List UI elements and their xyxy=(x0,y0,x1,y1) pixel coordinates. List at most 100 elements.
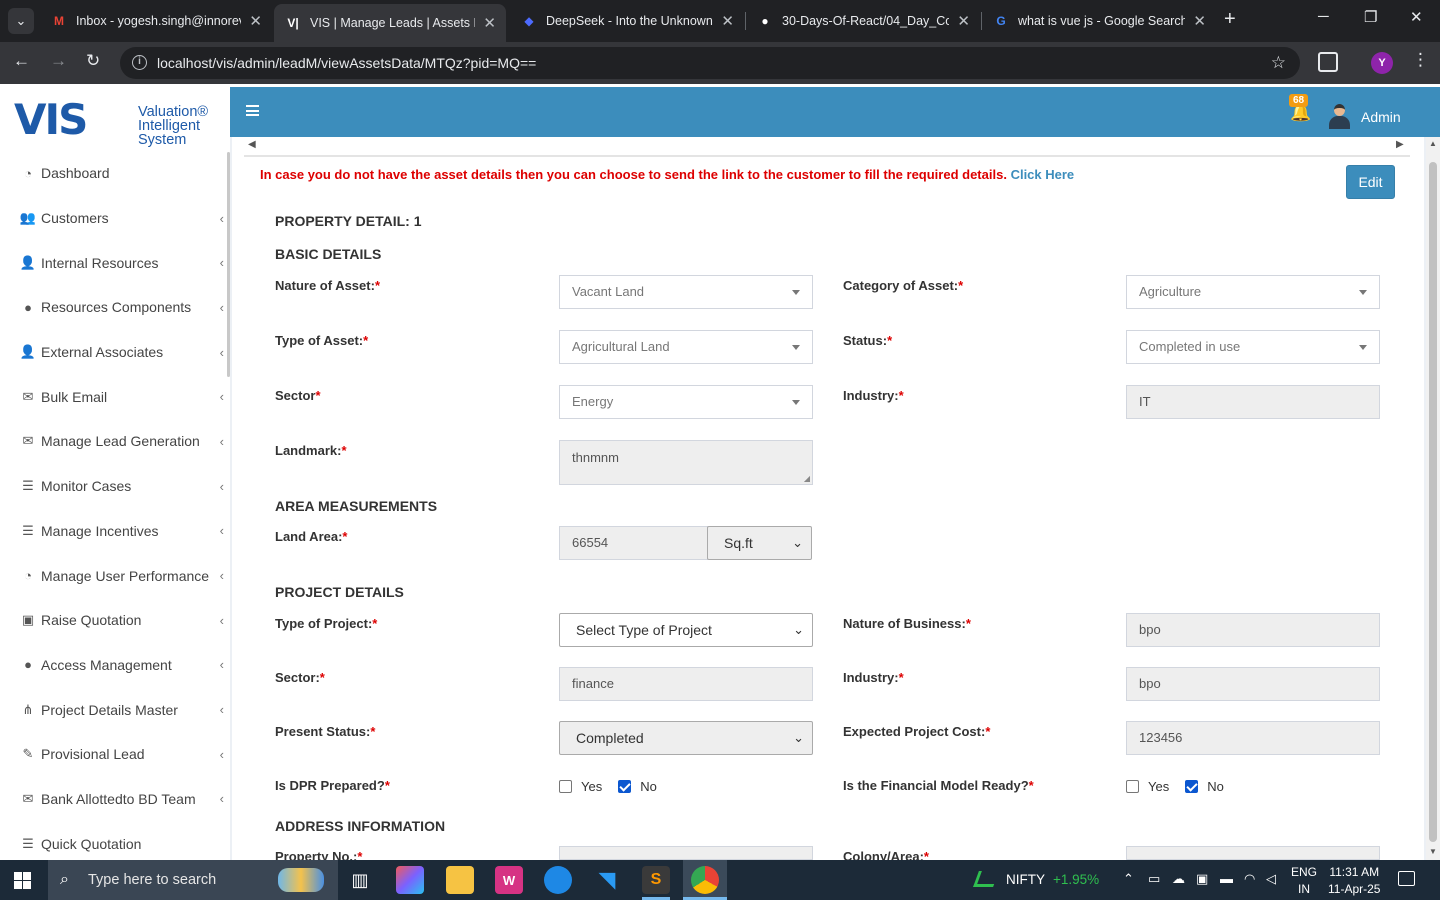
system-clock[interactable]: 11:31 AM 11-Apr-25 xyxy=(1328,864,1380,898)
colony-area-field[interactable] xyxy=(1126,846,1380,860)
list-icon: ☰ xyxy=(22,835,34,851)
restore-icon[interactable]: ❐ xyxy=(1364,8,1377,26)
property-no-field[interactable] xyxy=(559,846,813,860)
close-icon[interactable]: ✕ xyxy=(957,12,970,30)
sidebar-item-resources-components[interactable]: ● Resources Components ‹ xyxy=(0,285,230,330)
wifi-icon[interactable]: ◠ xyxy=(1244,871,1255,887)
new-tab-button[interactable]: + xyxy=(1224,8,1236,31)
sublime-text-icon[interactable]: S xyxy=(642,866,670,894)
edit-button[interactable]: Edit xyxy=(1346,165,1395,199)
sidebar-item-manage-lead-generation[interactable]: ✉ Manage Lead Generation ‹ xyxy=(0,419,230,464)
sidebar-item-internal-resources[interactable]: 👤 Internal Resources ‹ xyxy=(0,240,230,285)
profile-avatar[interactable]: Y xyxy=(1371,52,1393,74)
scroll-up-icon[interactable]: ▲ xyxy=(1429,139,1437,148)
sidebar-item-access-management[interactable]: ● Access Management ‹ xyxy=(0,643,230,688)
meet-now-icon[interactable]: ▭ xyxy=(1148,871,1160,887)
sidebar-item-dashboard[interactable]: ◔ Dashboard xyxy=(0,151,230,196)
site-info-icon[interactable]: i xyxy=(132,55,147,70)
type-of-asset-select[interactable]: Agricultural Land xyxy=(559,330,813,364)
display-icon[interactable]: ▣ xyxy=(1196,871,1208,887)
expected-project-cost-field[interactable]: 123456 xyxy=(1126,721,1380,755)
back-icon[interactable]: ← xyxy=(13,51,30,71)
sidebar-item-manage-incentives[interactable]: ☰ Manage Incentives ‹ xyxy=(0,509,230,554)
window-close-icon[interactable]: ✕ xyxy=(1410,8,1423,26)
scroll-left-icon[interactable]: ◀ xyxy=(248,139,256,150)
tab-search-button[interactable]: ⌄ xyxy=(8,8,34,34)
tab-inbox[interactable]: M Inbox - yogesh.singh@innorev ✕ xyxy=(40,6,272,36)
browser-menu-icon[interactable]: ⋮ xyxy=(1412,50,1429,70)
dpr-prepared-label: Is DPR Prepared?* xyxy=(275,778,390,793)
fin-no-checkbox[interactable] xyxy=(1185,780,1199,793)
scroll-down-icon[interactable]: ▼ xyxy=(1429,847,1437,856)
avatar[interactable] xyxy=(1328,104,1350,130)
project-industry-field[interactable]: bpo xyxy=(1126,667,1380,701)
industry-field[interactable]: IT xyxy=(1126,385,1380,419)
chrome-icon[interactable] xyxy=(691,866,719,894)
chevron-up-icon[interactable]: ⌃ xyxy=(1123,871,1134,887)
sidebar-item-provisional-lead[interactable]: ✎ Provisional Lead ‹ xyxy=(0,732,230,777)
battery-icon[interactable]: ▬ xyxy=(1220,871,1233,886)
minimize-icon[interactable]: ─ xyxy=(1318,8,1329,25)
sidebar-item-raise-quotation[interactable]: ▣ Raise Quotation ‹ xyxy=(0,598,230,643)
sidebar-item-manage-user-performance[interactable]: ◔ Manage User Performance ‹ xyxy=(0,553,230,598)
hamburger-menu-icon[interactable] xyxy=(246,105,259,116)
address-bar[interactable]: i localhost/vis/admin/leadM/viewAssetsDa… xyxy=(120,47,1300,79)
tab-google-search[interactable]: G what is vue js - Google Search ✕ xyxy=(982,6,1216,36)
horizontal-scrollbar[interactable] xyxy=(244,155,1410,157)
forward-icon[interactable]: → xyxy=(50,51,67,71)
edge-icon[interactable] xyxy=(544,866,572,894)
close-icon[interactable]: ✕ xyxy=(721,12,734,30)
resize-grip-icon[interactable]: ◢ xyxy=(804,474,810,483)
land-area-field[interactable]: 66554 xyxy=(559,526,708,560)
type-of-project-select[interactable]: Select Type of Project ⌄ xyxy=(559,613,813,647)
reload-icon[interactable]: ↻ xyxy=(86,51,100,71)
user-name[interactable]: Admin xyxy=(1361,109,1401,125)
scroll-right-icon[interactable]: ▶ xyxy=(1396,139,1404,150)
speaker-icon[interactable]: ◁ xyxy=(1266,871,1276,887)
wamp-icon[interactable]: W xyxy=(495,866,523,894)
copilot-icon[interactable] xyxy=(396,866,424,894)
cloud-icon[interactable]: ☁ xyxy=(1172,871,1185,887)
click-here-link[interactable]: Click Here xyxy=(1011,167,1075,182)
tab-github[interactable]: ● 30-Days-Of-React/04_Day_Com ✕ xyxy=(746,6,980,36)
sidebar-item-bank-allotted-bd-team[interactable]: ✉ Bank Allottedto BD Team ‹ xyxy=(0,777,230,822)
fin-yes-checkbox[interactable] xyxy=(1126,780,1139,793)
sidebar-item-external-associates[interactable]: 👤 External Associates ‹ xyxy=(0,330,230,375)
sidebar-item-quick-quotation[interactable]: ☰ Quick Quotation xyxy=(0,821,230,860)
nature-of-business-field[interactable]: bpo xyxy=(1126,613,1380,647)
page-scrollbar[interactable]: ▲ ▼ xyxy=(1426,137,1440,860)
project-sector-field[interactable]: finance xyxy=(559,667,813,701)
notification-center-icon[interactable] xyxy=(1398,871,1415,886)
sector-select[interactable]: Energy xyxy=(559,385,813,419)
category-of-asset-select[interactable]: Agriculture xyxy=(1126,275,1380,309)
stock-ticker[interactable]: NIFTY +1.95% xyxy=(973,871,1099,887)
sidebar-item-bulk-email[interactable]: ✉ Bulk Email ‹ xyxy=(0,374,230,419)
vis-icon: V| xyxy=(287,16,299,30)
windows-start-icon[interactable] xyxy=(14,872,31,889)
file-explorer-icon[interactable] xyxy=(446,866,474,894)
present-status-select[interactable]: Completed ⌄ xyxy=(559,721,813,755)
dpr-yes-checkbox[interactable] xyxy=(559,780,572,793)
extensions-icon[interactable] xyxy=(1318,52,1338,72)
land-area-unit-select[interactable]: Sq.ft ⌄ xyxy=(707,526,812,560)
search-highlight-icon[interactable] xyxy=(276,866,326,894)
tab-deepseek[interactable]: ◆ DeepSeek - Into the Unknown ✕ xyxy=(510,6,744,36)
close-icon[interactable]: ✕ xyxy=(483,14,496,32)
landmark-textarea[interactable]: thnmnm ◢ xyxy=(559,440,813,485)
nature-of-asset-select[interactable]: Vacant Land xyxy=(559,275,813,309)
vscode-icon[interactable]: ◥ xyxy=(593,866,621,894)
scrollbar-thumb[interactable] xyxy=(1429,162,1437,842)
sidebar-item-monitor-cases[interactable]: ☰ Monitor Cases ‹ xyxy=(0,464,230,509)
bookmark-star-icon[interactable]: ☆ xyxy=(1271,47,1286,79)
sidebar-item-customers[interactable]: 👥 Customers ‹ xyxy=(0,196,230,241)
user-plus-icon: 👤 xyxy=(19,254,37,270)
tab-vis-manage-leads[interactable]: V| VIS | Manage Leads | Assets De ✕ xyxy=(274,4,506,42)
status-select[interactable]: Completed in use xyxy=(1126,330,1380,364)
vis-logo[interactable]: VIS Valuation® Intelligent System xyxy=(14,97,214,148)
dpr-no-checkbox[interactable] xyxy=(618,780,632,793)
language-indicator[interactable]: ENG IN xyxy=(1291,864,1317,898)
task-view-icon[interactable]: ▥ xyxy=(346,866,374,894)
close-icon[interactable]: ✕ xyxy=(1193,12,1206,30)
close-icon[interactable]: ✕ xyxy=(249,12,262,30)
sidebar-item-project-details-master[interactable]: ⋔ Project Details Master ‹ xyxy=(0,687,230,732)
